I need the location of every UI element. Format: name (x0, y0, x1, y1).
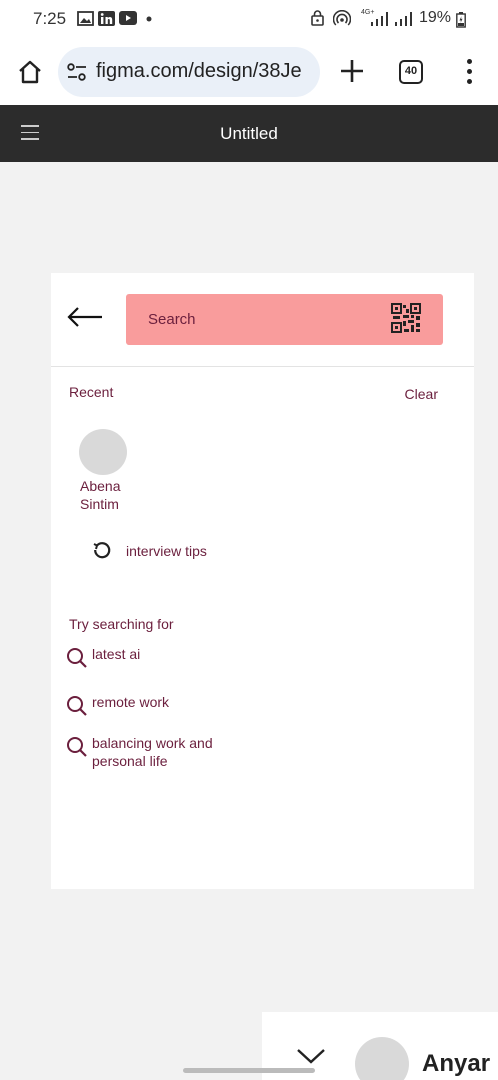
browser-toolbar: figma.com/design/38Je 40 (0, 38, 498, 105)
lock-icon (311, 10, 324, 26)
recent-query[interactable]: interview tips (126, 543, 207, 559)
linkedin-icon (98, 11, 115, 26)
avatar (355, 1037, 409, 1080)
new-tab-button[interactable] (338, 54, 366, 88)
try-searching-heading: Try searching for (69, 616, 174, 632)
recent-person-name[interactable]: Abena Sintim (80, 477, 160, 513)
search-placeholder: Search (148, 311, 196, 328)
site-settings-icon[interactable] (66, 63, 88, 81)
plus-icon (341, 60, 363, 82)
divider (51, 366, 474, 367)
search-screen-frame: Search Recent Clear Abena Sintim intervi… (51, 273, 474, 889)
suggestion-item[interactable]: balancing work and personal life (66, 734, 266, 774)
search-input[interactable]: Search (126, 294, 443, 345)
suggestion-item[interactable]: remote work (66, 693, 266, 717)
recent-heading: Recent (69, 384, 114, 400)
qr-code-icon[interactable] (391, 303, 421, 333)
avatar[interactable] (79, 429, 127, 475)
hotspot-icon (333, 10, 351, 26)
tab-switcher-button[interactable]: 40 (399, 60, 423, 84)
profile-name: Anyar (422, 1050, 491, 1077)
signal-icon (395, 12, 412, 26)
back-arrow-icon[interactable] (66, 304, 104, 330)
signal-icon (371, 12, 388, 26)
figma-header: Untitled (0, 105, 498, 162)
youtube-icon (119, 11, 137, 25)
dot-icon (146, 16, 152, 22)
gesture-bar[interactable] (183, 1068, 315, 1073)
suggestion-item[interactable]: latest ai (66, 645, 266, 669)
battery-percent: 19% (419, 9, 452, 26)
chevron-down-icon[interactable] (296, 1046, 326, 1066)
suggestion-text: balancing work and personal life (92, 735, 213, 769)
url-text: figma.com/design/38Je (96, 60, 302, 82)
address-bar[interactable]: figma.com/design/38Je (58, 47, 320, 97)
file-title: Untitled (220, 124, 278, 143)
status-time: 7:25 (33, 9, 67, 28)
gallery-icon (77, 11, 94, 26)
search-icon (67, 737, 87, 757)
home-icon[interactable] (16, 58, 44, 86)
search-icon (67, 696, 87, 716)
suggestion-text: latest ai (92, 646, 141, 662)
status-bar: 7:25 4G+ 19% (0, 0, 498, 38)
search-icon (67, 648, 87, 668)
history-icon (93, 542, 111, 559)
more-menu-icon[interactable] (459, 59, 479, 85)
suggestion-text: remote work (92, 694, 170, 710)
clear-button[interactable]: Clear (405, 386, 438, 402)
battery-icon (456, 12, 466, 28)
